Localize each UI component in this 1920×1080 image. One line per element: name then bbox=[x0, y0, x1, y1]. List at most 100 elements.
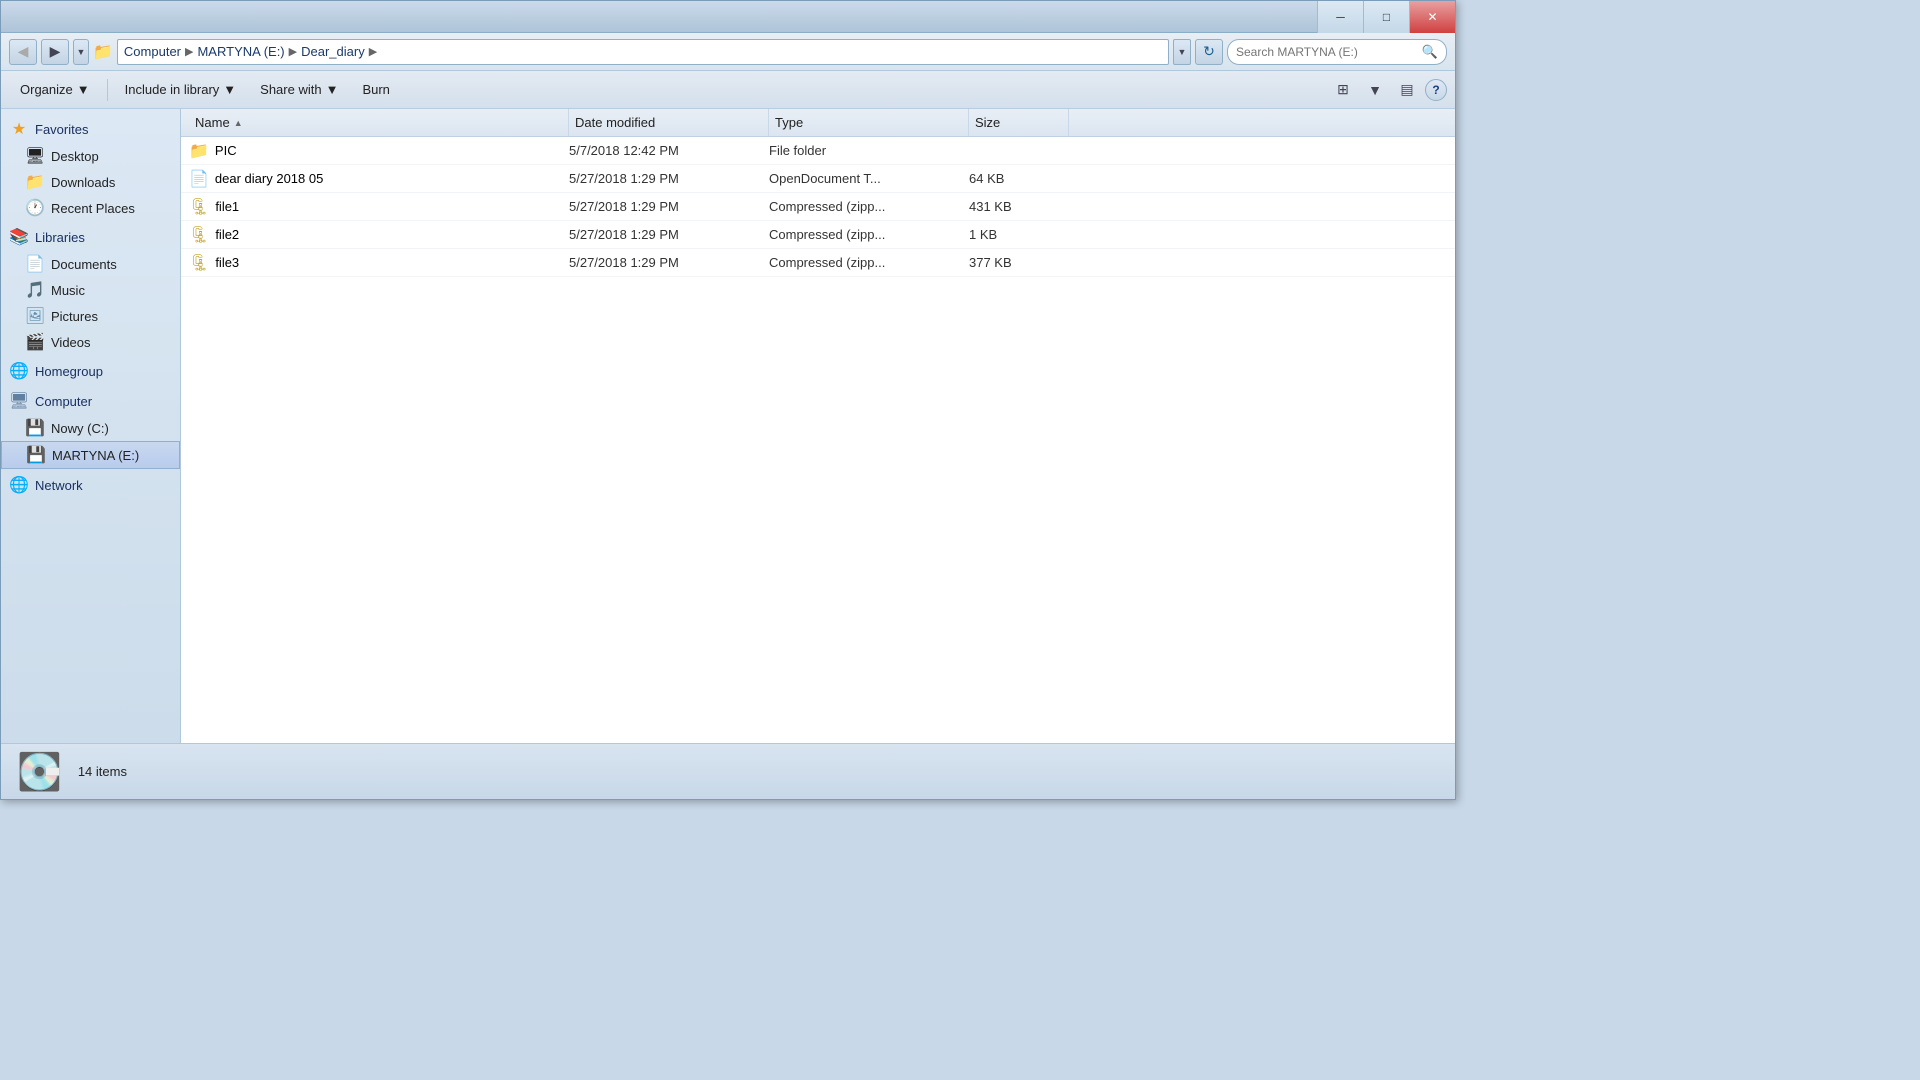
network-icon: 🌐 bbox=[9, 475, 29, 495]
col-type-label: Type bbox=[775, 115, 803, 130]
cell-size: 1 KB bbox=[969, 227, 1069, 242]
recent-places-label: Recent Places bbox=[51, 201, 135, 216]
table-row[interactable]: 📁 PIC 5/7/2018 12:42 PM File folder bbox=[181, 137, 1455, 165]
search-input[interactable] bbox=[1236, 45, 1418, 59]
doc-icon: 📄 bbox=[189, 169, 209, 189]
sidebar-item-pictures[interactable]: 🖼 Pictures bbox=[1, 303, 180, 329]
zip-icon: 🗜 bbox=[189, 197, 209, 217]
pictures-icon: 🖼 bbox=[25, 306, 45, 326]
close-button[interactable]: ✕ bbox=[1409, 1, 1455, 33]
path-sep-1: ▶ bbox=[185, 45, 193, 58]
network-label: Network bbox=[35, 478, 83, 493]
videos-icon: 🎬 bbox=[25, 332, 45, 352]
col-header-name[interactable]: Name ▲ bbox=[189, 109, 569, 136]
view-options-button[interactable]: ⊞ bbox=[1329, 76, 1357, 104]
file-name: dear diary 2018 05 bbox=[215, 171, 323, 186]
status-bar: 💽 14 items bbox=[1, 743, 1455, 799]
path-dear-diary[interactable]: Dear_diary bbox=[301, 44, 365, 59]
table-row[interactable]: 🗜 file3 5/27/2018 1:29 PM Compressed (zi… bbox=[181, 249, 1455, 277]
library-arrow: ▼ bbox=[223, 82, 236, 97]
col-header-size[interactable]: Size bbox=[969, 109, 1069, 136]
sidebar-item-music[interactable]: 🎵 Music bbox=[1, 277, 180, 303]
martyna-drive-icon: 💾 bbox=[26, 445, 46, 465]
zip-icon: 🗜 bbox=[189, 225, 209, 245]
status-drive-icon: 💽 bbox=[17, 751, 62, 793]
forward-icon: ▶ bbox=[50, 43, 61, 60]
share-with-button[interactable]: Share with ▼ bbox=[249, 76, 349, 104]
address-bar: ◀ ▶ ▼ 📁 Computer ▶ MARTYNA (E:) ▶ Dear_d… bbox=[1, 33, 1455, 71]
favorites-label: Favorites bbox=[35, 122, 88, 137]
address-dropdown-button[interactable]: ▼ bbox=[1173, 39, 1191, 65]
nowy-label: Nowy (C:) bbox=[51, 421, 109, 436]
cell-name: 📁 PIC bbox=[189, 141, 569, 161]
nowy-drive-icon: 💾 bbox=[25, 418, 45, 438]
file-list-header: Name ▲ Date modified Type Size bbox=[181, 109, 1455, 137]
organize-label: Organize bbox=[20, 82, 73, 97]
nav-dropdown-button[interactable]: ▼ bbox=[73, 39, 89, 65]
col-header-date[interactable]: Date modified bbox=[569, 109, 769, 136]
path-computer[interactable]: Computer bbox=[124, 44, 181, 59]
cell-type: Compressed (zipp... bbox=[769, 199, 969, 214]
cell-date: 5/27/2018 1:29 PM bbox=[569, 255, 769, 270]
minimize-button[interactable]: ─ bbox=[1317, 1, 1363, 33]
table-row[interactable]: 📄 dear diary 2018 05 5/27/2018 1:29 PM O… bbox=[181, 165, 1455, 193]
desktop-icon: 🖥 bbox=[25, 146, 45, 166]
cell-type: OpenDocument T... bbox=[769, 171, 969, 186]
dropdown-icon: ▼ bbox=[77, 47, 86, 57]
burn-button[interactable]: Burn bbox=[351, 76, 400, 104]
sidebar-favorites-header[interactable]: ★ Favorites bbox=[1, 113, 180, 143]
sidebar-homegroup-header[interactable]: 🌐 Homegroup bbox=[1, 355, 180, 385]
folder-icon: 📁 bbox=[189, 141, 209, 161]
toolbar-right: ⊞ ▼ ▤ ? bbox=[1329, 76, 1447, 104]
refresh-button[interactable]: ↻ bbox=[1195, 39, 1223, 65]
maximize-button[interactable]: □ bbox=[1363, 1, 1409, 33]
sidebar-item-downloads[interactable]: 📁 Downloads bbox=[1, 169, 180, 195]
music-label: Music bbox=[51, 283, 85, 298]
sidebar-item-nowy[interactable]: 💾 Nowy (C:) bbox=[1, 415, 180, 441]
sidebar-libraries-header[interactable]: 📚 Libraries bbox=[1, 221, 180, 251]
preview-pane-button[interactable]: ▤ bbox=[1393, 76, 1421, 104]
pictures-label: Pictures bbox=[51, 309, 98, 324]
table-row[interactable]: 🗜 file2 5/27/2018 1:29 PM Compressed (zi… bbox=[181, 221, 1455, 249]
include-in-library-button[interactable]: Include in library ▼ bbox=[114, 76, 248, 104]
documents-icon: 📄 bbox=[25, 254, 45, 274]
search-box: 🔍 bbox=[1227, 39, 1447, 65]
sidebar-item-recent-places[interactable]: 🕐 Recent Places bbox=[1, 195, 180, 221]
table-row[interactable]: 🗜 file1 5/27/2018 1:29 PM Compressed (zi… bbox=[181, 193, 1455, 221]
share-label: Share with bbox=[260, 82, 321, 97]
desktop-label: Desktop bbox=[51, 149, 99, 164]
col-header-type[interactable]: Type bbox=[769, 109, 969, 136]
path-sep-2: ▶ bbox=[289, 45, 297, 58]
explorer-window: ─ □ ✕ ◀ ▶ ▼ 📁 Computer ▶ MARTYNA (E:) ▶ … bbox=[0, 0, 1456, 800]
path-martyna[interactable]: MARTYNA (E:) bbox=[197, 44, 284, 59]
sidebar-item-videos[interactable]: 🎬 Videos bbox=[1, 329, 180, 355]
downloads-icon: 📁 bbox=[25, 172, 45, 192]
back-icon: ◀ bbox=[18, 43, 29, 60]
sidebar-computer-header[interactable]: 🖥 Computer bbox=[1, 385, 180, 415]
cell-type: Compressed (zipp... bbox=[769, 255, 969, 270]
toolbar-separator-1 bbox=[107, 79, 108, 101]
view-dropdown-button[interactable]: ▼ bbox=[1361, 76, 1389, 104]
sidebar-scroll: ★ Favorites 🖥 Desktop 📁 Downloads 🕐 Rece… bbox=[1, 109, 180, 743]
main-area: ★ Favorites 🖥 Desktop 📁 Downloads 🕐 Rece… bbox=[1, 109, 1455, 743]
sidebar-item-martyna[interactable]: 💾 MARTYNA (E:) bbox=[1, 441, 180, 469]
organize-button[interactable]: Organize ▼ bbox=[9, 76, 101, 104]
videos-label: Videos bbox=[51, 335, 91, 350]
address-path[interactable]: Computer ▶ MARTYNA (E:) ▶ Dear_diary ▶ bbox=[117, 39, 1169, 65]
sidebar-item-desktop[interactable]: 🖥 Desktop bbox=[1, 143, 180, 169]
title-bar: ─ □ ✕ bbox=[1, 1, 1455, 33]
homegroup-icon: 🌐 bbox=[9, 361, 29, 381]
sidebar-item-documents[interactable]: 📄 Documents bbox=[1, 251, 180, 277]
back-button[interactable]: ◀ bbox=[9, 39, 37, 65]
cell-size: 431 KB bbox=[969, 199, 1069, 214]
col-size-label: Size bbox=[975, 115, 1000, 130]
path-sep-3: ▶ bbox=[369, 45, 377, 58]
help-button[interactable]: ? bbox=[1425, 79, 1447, 101]
forward-button[interactable]: ▶ bbox=[41, 39, 69, 65]
cell-type: Compressed (zipp... bbox=[769, 227, 969, 242]
file-list: 📁 PIC 5/7/2018 12:42 PM File folder 📄 de… bbox=[181, 137, 1455, 743]
sidebar-network-header[interactable]: 🌐 Network bbox=[1, 469, 180, 499]
file-name: file3 bbox=[215, 255, 239, 270]
cell-name: 📄 dear diary 2018 05 bbox=[189, 169, 569, 189]
downloads-label: Downloads bbox=[51, 175, 115, 190]
